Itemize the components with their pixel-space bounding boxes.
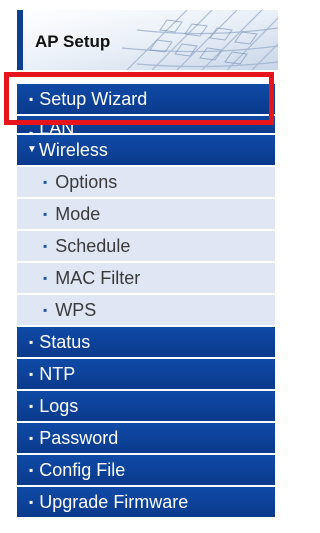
submenu-item-options[interactable]: ▪ Options	[17, 167, 275, 197]
menu-item-label: Setup Wizard	[39, 88, 148, 109]
menu-item-label: NTP	[39, 363, 76, 384]
triangle-down-icon: ▼	[27, 144, 37, 155]
submenu-item-label: MAC Filter	[55, 267, 141, 288]
menu-item-label: Password	[39, 427, 119, 448]
menu-item-label: Upgrade Firmware	[39, 491, 189, 512]
menu-item-password[interactable]: ▪ Password	[17, 423, 275, 453]
square-bullet-icon: ▪	[29, 495, 34, 509]
submenu-item-label: Schedule	[55, 235, 131, 256]
menu-item-config-file[interactable]: ▪ Config File	[17, 455, 275, 485]
menu-item-label: Status	[39, 331, 91, 352]
page-title: AP Setup	[35, 32, 111, 51]
menu-item-upgrade-firmware[interactable]: ▪ Upgrade Firmware	[17, 487, 275, 517]
menu-item-ntp[interactable]: ▪ NTP	[17, 359, 275, 389]
square-bullet-icon: ▪	[43, 207, 48, 221]
menu-item-wireless[interactable]: ▼ Wireless	[17, 135, 275, 165]
ap-setup-page: AP Setup ▪ Setup Wizard ▪ LAN ▼ Wireless…	[0, 0, 278, 533]
square-bullet-icon: ▪	[29, 431, 34, 445]
submenu-item-schedule[interactable]: ▪ Schedule	[17, 231, 275, 261]
side-menu: ▪ Setup Wizard ▪ LAN ▼ Wireless ▪ Option…	[17, 84, 275, 519]
square-bullet-icon: ▪	[29, 367, 34, 381]
square-bullet-icon: ▪	[29, 463, 34, 477]
square-bullet-icon: ▪	[43, 271, 48, 285]
square-bullet-icon: ▪	[29, 92, 34, 106]
square-bullet-icon: ▪	[29, 335, 34, 349]
submenu-item-label: WPS	[55, 299, 97, 320]
submenu-item-mac-filter[interactable]: ▪ MAC Filter	[17, 263, 275, 293]
menu-item-label: Logs	[39, 395, 79, 416]
menu-item-label: Wireless	[38, 139, 108, 160]
menu-item-label: LAN	[39, 118, 75, 133]
menu-item-setup-wizard[interactable]: ▪ Setup Wizard	[17, 84, 275, 114]
submenu-item-wps[interactable]: ▪ WPS	[17, 295, 275, 325]
square-bullet-icon: ▪	[43, 239, 48, 253]
square-bullet-icon: ▪	[43, 303, 48, 317]
square-bullet-icon: ▪	[29, 399, 34, 413]
menu-item-label: Config File	[39, 459, 126, 480]
square-bullet-icon: ▪	[29, 126, 34, 133]
ap-setup-header: AP Setup	[17, 10, 278, 70]
menu-item-lan[interactable]: ▪ LAN	[17, 116, 275, 133]
square-bullet-icon: ▪	[43, 175, 48, 189]
menu-item-status[interactable]: ▪ Status	[17, 327, 275, 357]
submenu-item-mode[interactable]: ▪ Mode	[17, 199, 275, 229]
menu-item-logs[interactable]: ▪ Logs	[17, 391, 275, 421]
submenu-item-label: Mode	[55, 203, 101, 224]
submenu-item-label: Options	[55, 171, 118, 192]
header-accent-bar	[17, 10, 23, 70]
